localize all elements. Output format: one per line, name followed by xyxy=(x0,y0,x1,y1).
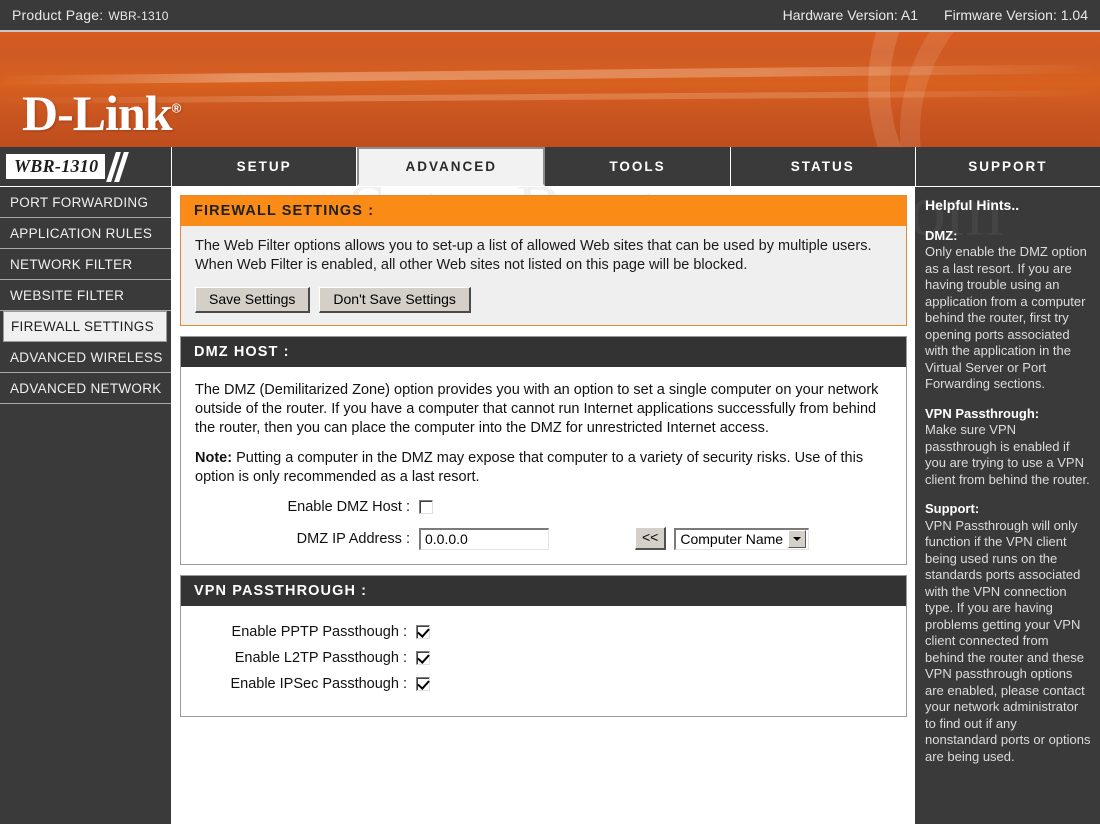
product-page-label: Product Page: xyxy=(12,7,104,23)
product-bar-right: Hardware Version: A1 Firmware Version: 1… xyxy=(783,7,1088,23)
pptp-passthrough-checkbox[interactable] xyxy=(416,625,430,639)
tab-tools-label: TOOLS xyxy=(609,159,666,174)
dmz-note-label: Note: xyxy=(195,450,233,466)
sidebar-item-advanced-wireless[interactable]: ADVANCED WIRELESS xyxy=(0,342,171,373)
sidebar-item-label: PORT FORWARDING xyxy=(10,194,149,210)
dmz-ip-address-label: DMZ IP Address : xyxy=(296,530,410,547)
firewall-settings-title: FIREWALL SETTINGS : xyxy=(181,196,906,226)
vpn-passthrough-panel: VPN PASSTHROUGH : Enable PPTP Passthough… xyxy=(180,575,907,717)
sidebar-item-label: ADVANCED WIRELESS xyxy=(10,349,163,365)
hint-dmz-heading: DMZ: xyxy=(925,227,958,243)
sidebar-item-label: WEBSITE FILTER xyxy=(10,287,125,303)
sidebar-item-firewall-settings[interactable]: FIREWALL SETTINGS xyxy=(3,311,167,342)
computer-name-select[interactable]: Computer Name xyxy=(674,527,810,550)
vpn-passthrough-body: Enable PPTP Passthough : Enable L2TP Pas… xyxy=(181,606,906,716)
helpful-hints-title: Helpful Hints.. xyxy=(925,197,1020,213)
chevron-down-icon[interactable] xyxy=(788,530,807,548)
model-badge: WBR-1310 xyxy=(0,147,172,186)
banner-arc-bottom xyxy=(920,32,1100,147)
tab-tools[interactable]: TOOLS xyxy=(545,147,731,186)
sidebar-item-label: ADVANCED NETWORK xyxy=(10,380,162,396)
pptp-passthrough-row: Enable PPTP Passthough : xyxy=(195,624,892,640)
tab-setup[interactable]: SETUP xyxy=(172,147,358,186)
firewall-settings-body: The Web Filter options allows you to set… xyxy=(181,226,906,325)
sidebar-item-label: FIREWALL SETTINGS xyxy=(11,319,154,334)
slash-decoration-icon xyxy=(106,151,130,182)
vpn-passthrough-title: VPN PASSTHROUGH : xyxy=(181,576,906,606)
product-model-value: WBR-1310 xyxy=(108,9,169,23)
hint-dmz-text: Only enable the DMZ option as a last res… xyxy=(925,244,1087,391)
enable-dmz-host-label: Enable DMZ Host : xyxy=(287,499,411,515)
tab-advanced[interactable]: ADVANCED xyxy=(357,147,546,186)
copy-computer-ip-button[interactable]: << xyxy=(635,527,667,550)
hint-dmz: DMZ: Only enable the DMZ option as a las… xyxy=(925,228,1091,393)
main-navigation: WBR-1310 SETUP ADVANCED TOOLS STATUS SUP… xyxy=(0,147,1100,187)
dmz-ip-address-input[interactable] xyxy=(419,527,549,550)
hint-support: Support: VPN Passthrough will only funct… xyxy=(925,501,1091,765)
dmz-note-text: Putting a computer in the DMZ may expose… xyxy=(195,450,864,485)
page-body: PORT FORWARDING APPLICATION RULES NETWOR… xyxy=(0,187,1100,824)
hint-vpn-passthrough-text: Make sure VPN passthrough is enabled if … xyxy=(925,422,1090,487)
tab-status-label: STATUS xyxy=(790,159,855,174)
ipsec-passthrough-checkbox[interactable] xyxy=(416,677,430,691)
hardware-version-label: Hardware Version: A1 xyxy=(782,7,919,23)
tab-setup-label: SETUP xyxy=(236,159,292,174)
product-bar: Product Page: WBR-1310 Hardware Version:… xyxy=(0,0,1100,32)
sidebar-item-advanced-network[interactable]: ADVANCED NETWORK xyxy=(0,373,171,404)
brand-banner: D-Link® xyxy=(0,32,1100,147)
ipsec-passthrough-label: Enable IPSec Passthough : xyxy=(230,676,407,692)
main-content: SetupRouter.com FIREWALL SETTINGS : The … xyxy=(172,187,915,824)
dmz-note: Note: Putting a computer in the DMZ may … xyxy=(195,449,892,487)
enable-dmz-host-row: Enable DMZ Host : xyxy=(195,499,892,515)
dont-save-settings-button[interactable]: Don't Save Settings xyxy=(319,287,471,313)
sidebar-item-network-filter[interactable]: NETWORK FILTER xyxy=(0,249,171,280)
sidebar-menu: PORT FORWARDING APPLICATION RULES NETWOR… xyxy=(0,187,172,824)
dmz-host-panel: DMZ HOST : The DMZ (Demilitarized Zone) … xyxy=(180,336,907,565)
dmz-ip-address-row: DMZ IP Address : << Computer Name xyxy=(195,527,892,550)
dlink-logo-text: D-Link xyxy=(22,85,173,141)
dmz-host-title: DMZ HOST : xyxy=(181,337,906,367)
hint-support-heading: Support: xyxy=(925,501,980,516)
hint-vpn-passthrough-heading: VPN Passthrough: xyxy=(925,405,1040,421)
enable-dmz-host-checkbox[interactable] xyxy=(419,500,433,514)
sidebar-item-port-forwarding[interactable]: PORT FORWARDING xyxy=(0,187,171,218)
pptp-passthrough-label: Enable PPTP Passthough : xyxy=(231,624,407,640)
sidebar-item-website-filter[interactable]: WEBSITE FILTER xyxy=(0,280,171,311)
dmz-host-body: The DMZ (Demilitarized Zone) option prov… xyxy=(181,367,906,564)
tab-status[interactable]: STATUS xyxy=(730,147,916,186)
trademark-symbol: ® xyxy=(171,100,182,116)
sidebar-item-application-rules[interactable]: APPLICATION RULES xyxy=(0,218,171,249)
product-bar-left: Product Page: WBR-1310 xyxy=(12,7,169,23)
firewall-settings-panel: FIREWALL SETTINGS : The Web Filter optio… xyxy=(180,195,907,326)
tab-support-label: SUPPORT xyxy=(968,159,1048,174)
save-settings-button[interactable]: Save Settings xyxy=(195,287,311,313)
dlink-logo: D-Link® xyxy=(22,85,182,141)
l2tp-passthrough-label: Enable L2TP Passthough : xyxy=(234,650,407,666)
sidebar-item-label: NETWORK FILTER xyxy=(10,256,133,272)
dmz-description: The DMZ (Demilitarized Zone) option prov… xyxy=(195,382,879,436)
sidebar-item-label: APPLICATION RULES xyxy=(10,225,153,241)
firmware-version-label: Firmware Version: 1.04 xyxy=(944,7,1088,23)
tab-advanced-label: ADVANCED xyxy=(405,159,498,174)
computer-name-select-value: Computer Name xyxy=(680,531,784,547)
ipsec-passthrough-row: Enable IPSec Passthough : xyxy=(195,676,892,692)
firewall-settings-description: The Web Filter options allows you to set… xyxy=(195,238,872,273)
tab-support[interactable]: SUPPORT xyxy=(915,147,1100,186)
hint-vpn-passthrough: VPN Passthrough: Make sure VPN passthrou… xyxy=(925,406,1091,489)
l2tp-passthrough-checkbox[interactable] xyxy=(416,651,430,665)
helpful-hints-panel: om Helpful Hints.. DMZ: Only enable the … xyxy=(915,187,1100,824)
hint-support-text: VPN Passthrough will only function if th… xyxy=(925,517,1091,764)
firewall-button-row: Save Settings Don't Save Settings xyxy=(195,287,892,313)
model-chip-label: WBR-1310 xyxy=(6,154,106,179)
l2tp-passthrough-row: Enable L2TP Passthough : xyxy=(195,650,892,666)
